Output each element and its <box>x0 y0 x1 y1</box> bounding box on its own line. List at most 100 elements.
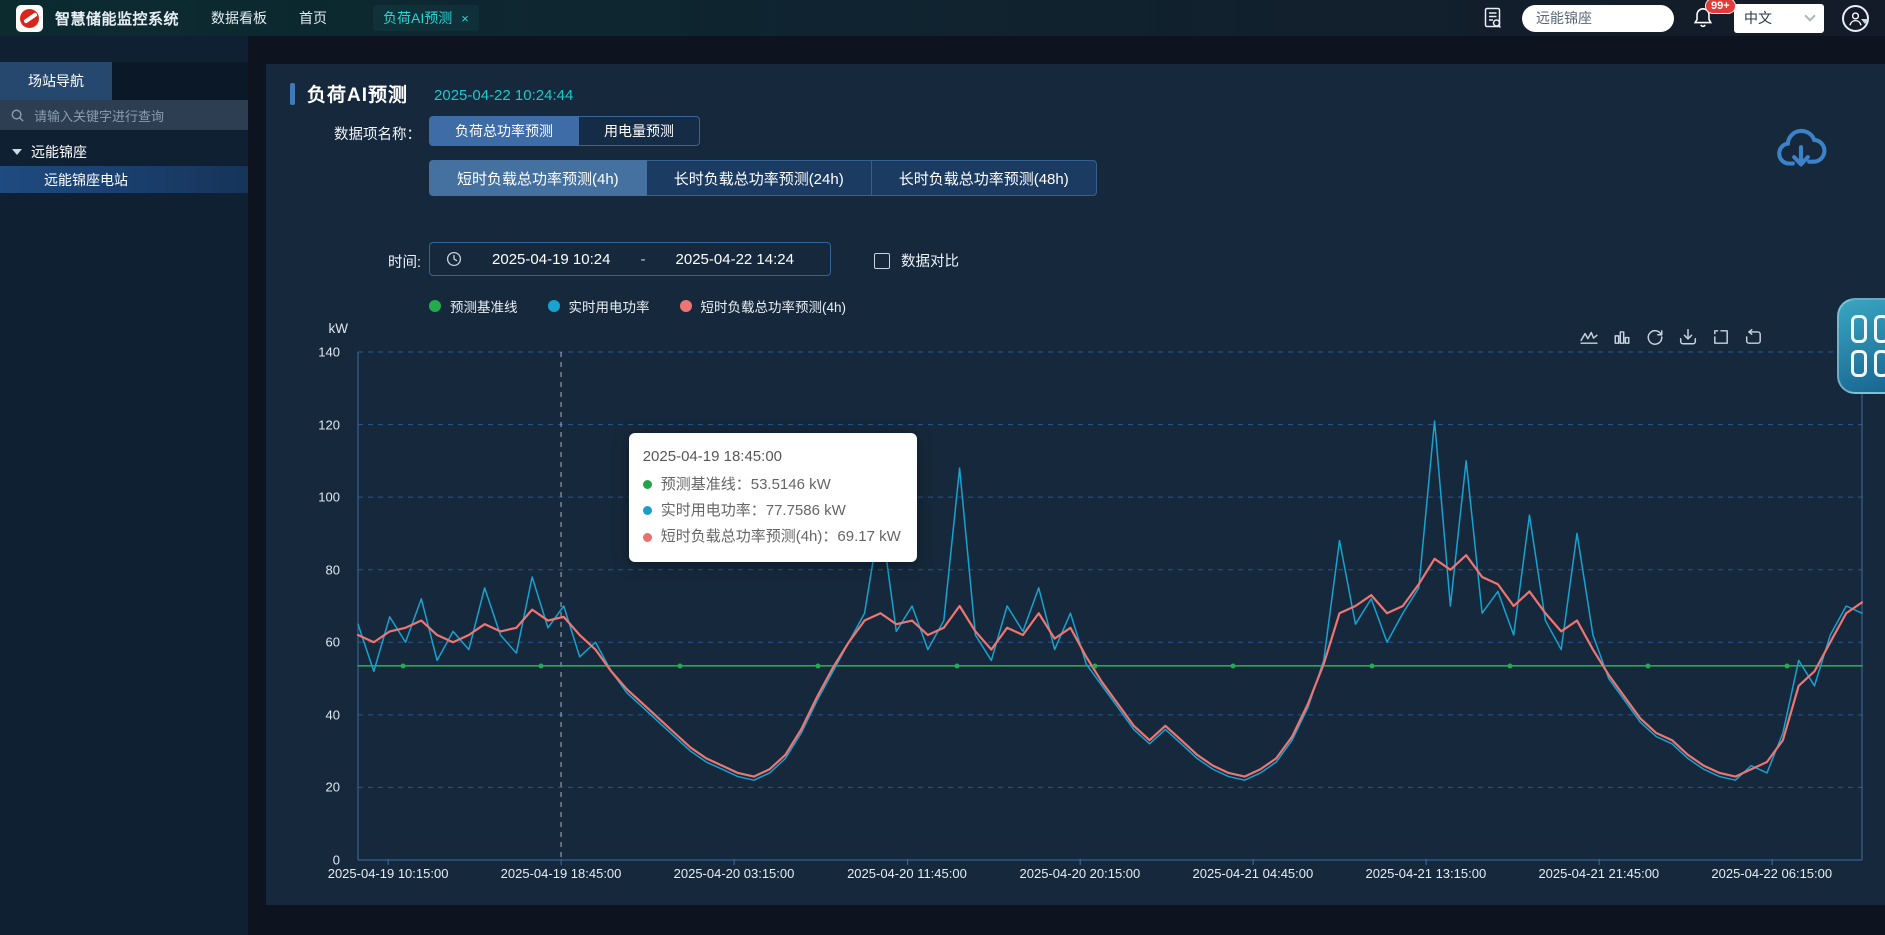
chart-canvas <box>358 352 1862 860</box>
user-menu[interactable] <box>1842 5 1869 32</box>
tab-long-term-24h[interactable]: 长时负载总功率预测(24h) <box>647 160 872 196</box>
sidebar: 场站导航 请输入关键字进行查询 远能锦座 远能锦座电站 <box>0 36 248 935</box>
tooltip-label: 短时负载总功率预测(4h)： <box>661 524 838 550</box>
grid-icon <box>1874 315 1885 343</box>
legend-marker-icon <box>429 300 441 312</box>
cloud-download-icon <box>1772 120 1830 178</box>
x-tick-label: 2025-04-20 03:15:00 <box>674 866 795 881</box>
quick-apps-button[interactable] <box>1837 298 1885 394</box>
magic-type-bar-icon[interactable] <box>1613 328 1631 346</box>
tab-close-icon[interactable]: × <box>461 12 469 25</box>
baseline-marker <box>1784 663 1789 668</box>
y-axis-labels: 020406080100120140 <box>266 352 348 860</box>
forecast-horizon-tabs: 短时负载总功率预测(4h) 长时负载总功率预测(24h) 长时负载总功率预测(4… <box>429 160 1097 196</box>
app-title: 智慧储能监控系统 <box>55 8 179 29</box>
app-logo <box>16 5 43 32</box>
baseline-marker <box>677 663 682 668</box>
magic-type-line-icon[interactable] <box>1580 328 1598 346</box>
baseline-marker <box>1092 663 1097 668</box>
tooltip-label: 实时用电功率： <box>661 498 766 524</box>
time-separator: - <box>641 251 646 268</box>
y-axis-unit-label: kW <box>296 321 348 336</box>
time-range-picker[interactable]: 2025-04-19 10:24 - 2025-04-22 14:24 <box>429 242 831 276</box>
y-tick-label: 20 <box>326 780 340 795</box>
legend-item[interactable]: 预测基准线 <box>429 296 518 316</box>
y-tick-label: 120 <box>318 417 340 432</box>
tab-long-term-48h[interactable]: 长时负载总功率预测(48h) <box>872 160 1097 196</box>
user-menu-caret-icon[interactable] <box>1861 19 1869 24</box>
logo-icon <box>20 9 39 28</box>
tooltip-baseline-marker-icon <box>643 480 652 489</box>
chart-tooltip: 2025-04-19 18:45:00 预测基准线： 53.5146 kW 实时… <box>629 433 917 562</box>
language-select[interactable]: 中文 <box>1734 4 1824 33</box>
sidebar-tabstrip: 场站导航 <box>0 62 248 100</box>
legend-item[interactable]: 实时用电功率 <box>548 296 650 316</box>
nav-item-dashboard[interactable]: 数据看板 <box>211 8 267 28</box>
time-label: 时间: <box>361 251 421 272</box>
sidebar-search-placeholder: 请输入关键字进行查询 <box>34 106 164 125</box>
grid-icon <box>1851 315 1867 343</box>
type-button-load-power[interactable]: 负荷总功率预测 <box>429 116 579 146</box>
x-axis-labels: 2025-04-19 10:15:002025-04-19 18:45:0020… <box>358 866 1862 886</box>
app-root: 智慧储能监控系统 数据看板 首页 负荷AI预测 × 远能锦座 <box>0 0 1885 935</box>
time-end-value[interactable]: 2025-04-22 14:24 <box>656 251 815 268</box>
sidebar-search-input[interactable]: 请输入关键字进行查询 <box>0 100 248 130</box>
tooltip-title: 2025-04-19 18:45:00 <box>643 444 901 470</box>
chevron-down-icon <box>1804 10 1815 21</box>
x-tick-label: 2025-04-20 20:15:00 <box>1020 866 1141 881</box>
tab-label: 负荷AI预测 <box>383 8 452 28</box>
sidebar-tab-station-nav[interactable]: 场站导航 <box>0 62 112 100</box>
header-right-cluster: 远能锦座 99+ 中文 <box>1482 4 1869 33</box>
main-panel: 负荷AI预测 2025-04-22 10:24:44 数据项名称： 负荷总功率预… <box>266 64 1885 905</box>
legend-marker-icon <box>548 300 560 312</box>
legend-label: 实时用电功率 <box>569 296 650 316</box>
x-tick-label: 2025-04-19 10:15:00 <box>328 866 449 881</box>
tooltip-row: 实时用电功率： 77.7586 kW <box>643 498 901 524</box>
tree-node-station-group[interactable]: 远能锦座 <box>12 142 87 162</box>
legend-item[interactable]: 短时负载总功率预测(4h) <box>680 296 847 316</box>
data-zoom-icon[interactable] <box>1712 328 1730 346</box>
download-cloud-button[interactable] <box>1772 120 1830 178</box>
time-start-value[interactable]: 2025-04-19 10:24 <box>472 251 631 268</box>
tooltip-row: 短时负载总功率预测(4h)： 69.17 kW <box>643 524 901 550</box>
chart-plot-area[interactable]: 2025-04-19 18:45:00 预测基准线： 53.5146 kW 实时… <box>358 352 1862 860</box>
nav-item-home[interactable]: 首页 <box>299 8 327 28</box>
y-tick-label: 60 <box>326 635 340 650</box>
baseline-marker <box>1231 663 1236 668</box>
tooltip-value: 69.17 kW <box>837 524 900 550</box>
data-compare-control: 数据对比 <box>874 250 959 271</box>
report-icon[interactable] <box>1482 6 1504 30</box>
notification-badge: 99+ <box>1705 0 1736 14</box>
data-item-label: 数据项名称： <box>333 123 421 144</box>
tree-node-station-selected[interactable]: 远能锦座电站 <box>0 166 248 193</box>
x-tick-label: 2025-04-19 18:45:00 <box>501 866 622 881</box>
baseline-marker <box>539 663 544 668</box>
baseline-marker <box>1508 663 1513 668</box>
title-accent-bar <box>290 83 295 105</box>
save-image-icon[interactable] <box>1679 328 1697 346</box>
tooltip-row: 预测基准线： 53.5146 kW <box>643 472 901 498</box>
tab-short-term-4h[interactable]: 短时负载总功率预测(4h) <box>429 160 647 196</box>
baseline-marker <box>1646 663 1651 668</box>
restore-icon[interactable] <box>1646 328 1664 346</box>
data-compare-checkbox[interactable] <box>874 253 890 269</box>
legend-label: 短时负载总功率预测(4h) <box>701 296 847 316</box>
notification-bell[interactable]: 99+ <box>1692 6 1716 30</box>
tooltip-forecast-marker-icon <box>643 533 652 542</box>
tab-load-ai-forecast[interactable]: 负荷AI预测 × <box>373 5 479 31</box>
tree-expand-caret-icon[interactable] <box>12 149 22 155</box>
x-tick-label: 2025-04-21 21:45:00 <box>1538 866 1659 881</box>
type-button-energy[interactable]: 用电量预测 <box>579 116 700 146</box>
x-tick-label: 2025-04-20 11:45:00 <box>847 866 967 881</box>
chart-legend: 预测基准线 实时用电功率 短时负载总功率预测(4h) <box>429 296 846 316</box>
station-select-input[interactable]: 远能锦座 <box>1522 5 1674 32</box>
baseline-marker <box>954 663 959 668</box>
station-select-value: 远能锦座 <box>1536 8 1592 28</box>
y-tick-label: 80 <box>326 562 340 577</box>
zoom-reset-icon[interactable] <box>1745 328 1763 346</box>
grid-icon <box>1851 350 1867 378</box>
language-value: 中文 <box>1744 8 1772 28</box>
page-title-row: 负荷AI预测 2025-04-22 10:24:44 <box>290 80 573 107</box>
tooltip-label: 预测基准线： <box>661 472 751 498</box>
tree-node-label: 远能锦座 <box>31 142 87 162</box>
